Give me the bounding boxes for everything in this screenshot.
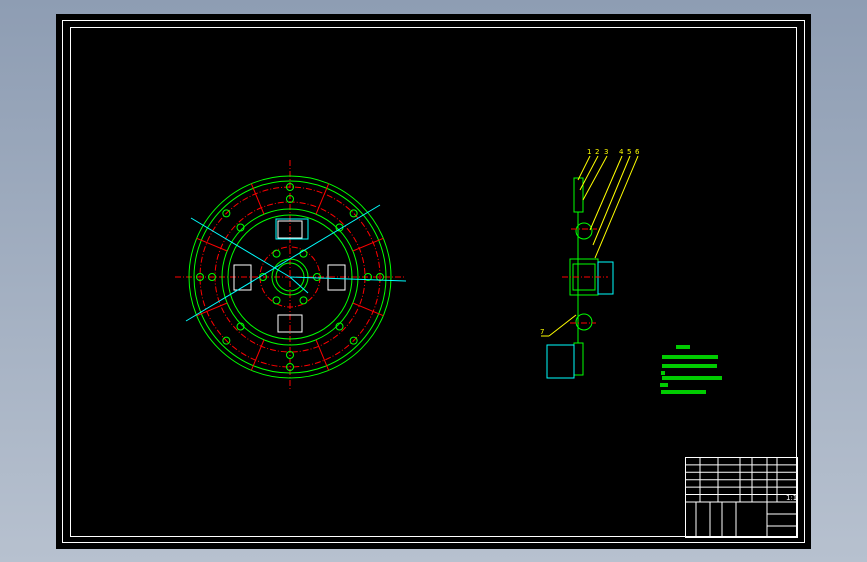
balloon-label: 3: [604, 148, 608, 156]
segment-slot: [315, 339, 330, 371]
balloon-label: 5: [627, 148, 631, 156]
balloon-label: 4: [619, 148, 624, 156]
title-block: 1:1: [685, 457, 798, 538]
balloon-label: 7: [540, 328, 544, 336]
cad-drawing: 1 2 3 4 5 6 7 1:1: [62, 20, 805, 543]
outer-frame: [62, 20, 805, 543]
balloon-label: 6: [635, 148, 640, 156]
side-view-section[interactable]: 1 2 3 4 5 6 7: [540, 148, 640, 379]
inner-frame: [70, 27, 797, 537]
rivet-hole: [272, 249, 281, 258]
technical-notes: [660, 345, 722, 394]
front-view-clutch-disc[interactable]: [175, 160, 407, 390]
scale-label: 1:1: [786, 494, 797, 502]
rivet-hole: [349, 209, 358, 218]
drawing-viewport[interactable]: 1 2 3 4 5 6 7 1:1: [56, 14, 811, 549]
segment-slot: [352, 237, 384, 252]
leader-lines: [541, 155, 639, 337]
balloon-label: 2: [595, 148, 599, 156]
rivet-hole: [272, 296, 281, 305]
balloon-labels: 1 2 3 4 5 6 7: [540, 148, 640, 336]
balloon-label: 1: [587, 148, 591, 156]
rivet-hole: [299, 296, 308, 305]
